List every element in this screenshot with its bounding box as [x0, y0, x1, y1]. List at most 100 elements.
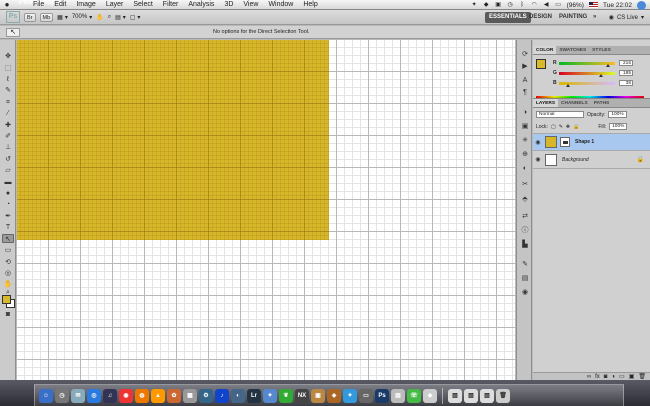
chrome-icon[interactable]: ◉: [119, 388, 133, 403]
view-extras-dropdown[interactable]: ▦ ▾: [57, 13, 68, 22]
info-panel-icon[interactable]: ⓘ: [520, 226, 530, 235]
layer-row-shape-1[interactable]: ◉ Shape 1: [533, 133, 650, 151]
layer-style-icon[interactable]: fx: [595, 373, 600, 380]
history-panel-icon[interactable]: ⟳: [520, 50, 530, 59]
apple-menu-icon[interactable]: ●: [0, 0, 14, 9]
wifi-icon[interactable]: ◠: [531, 2, 538, 9]
volume-icon[interactable]: ◀: [543, 2, 550, 9]
tab-channels[interactable]: CHANNELS: [558, 99, 591, 107]
masks-panel-icon[interactable]: ▣: [520, 122, 530, 131]
workspace-design[interactable]: DESIGN: [525, 12, 556, 23]
move-tool-icon[interactable]: ✥: [2, 52, 14, 61]
menu-select[interactable]: Select: [128, 0, 157, 10]
evernote-icon[interactable]: ◆: [483, 2, 490, 9]
paragraph-panel-icon[interactable]: ¶: [520, 88, 530, 97]
vlc-icon[interactable]: ▲: [151, 388, 165, 403]
dashboard-icon[interactable]: ◷: [55, 388, 69, 403]
adjustments-panel-icon[interactable]: ◑: [520, 108, 530, 117]
green-value-field[interactable]: 185: [619, 70, 633, 76]
eraser-tool-icon[interactable]: ▱: [2, 166, 14, 175]
calculator-icon[interactable]: ▤: [391, 388, 405, 403]
layer-comps-panel-icon[interactable]: ⬘: [520, 195, 530, 204]
launch-mini-bridge-button[interactable]: Mb: [39, 12, 54, 22]
workspace-more[interactable]: »: [589, 12, 600, 23]
blend-mode-select[interactable]: Normal: [536, 111, 584, 118]
xcode-icon[interactable]: ✦: [263, 388, 277, 403]
red-value-field[interactable]: 216: [619, 60, 633, 66]
fill-field[interactable]: 100%: [609, 123, 628, 130]
visibility-eye-icon[interactable]: ◉: [533, 156, 543, 163]
dropbox-icon[interactable]: ▣: [495, 2, 502, 9]
cs-live-button[interactable]: ◉ CS Live ▾: [609, 12, 644, 23]
time-machine-icon[interactable]: ◷: [507, 2, 514, 9]
tool-preset-picker[interactable]: ↖: [6, 28, 20, 37]
hand-tool-button[interactable]: ✋: [96, 13, 103, 22]
brushes-panel-icon[interactable]: ✳: [520, 136, 530, 145]
red-slider[interactable]: [559, 61, 615, 67]
menu-layer[interactable]: Layer: [101, 0, 129, 10]
link-layers-icon[interactable]: ∞: [587, 373, 591, 380]
bluetooth-icon[interactable]: ᛒ: [519, 2, 526, 9]
document-canvas[interactable]: [17, 40, 515, 380]
trash-icon[interactable]: 🗑: [496, 388, 510, 403]
tab-styles[interactable]: STYLES: [589, 46, 614, 54]
menu-filter[interactable]: Filter: [158, 0, 184, 10]
downloads-stack-icon[interactable]: ▧: [464, 388, 478, 403]
notes-panel-icon[interactable]: ✎: [520, 260, 530, 269]
blue-slider[interactable]: [559, 81, 615, 87]
clone-source-panel-icon[interactable]: ⊕: [520, 150, 530, 159]
applications-stack-icon[interactable]: ▧: [480, 388, 494, 403]
menu-image[interactable]: Image: [71, 0, 100, 10]
mail-icon[interactable]: ✉: [71, 388, 85, 403]
monitor-app-icon[interactable]: ▭: [359, 388, 373, 403]
tab-color[interactable]: COLOR: [533, 46, 557, 54]
tab-layers[interactable]: LAYERS: [533, 99, 559, 107]
workspace-painting[interactable]: PAINTING: [555, 12, 591, 23]
finder-icon[interactable]: ☺: [39, 388, 53, 403]
dodge-tool-icon[interactable]: ◔: [2, 200, 14, 209]
blur-tool-icon[interactable]: ●: [2, 189, 14, 198]
3d-panel-icon[interactable]: ◐: [520, 164, 530, 173]
workspace-essentials[interactable]: ESSENTIALS: [485, 12, 531, 23]
3d-orbit-tool-icon[interactable]: ◎: [2, 269, 14, 278]
blue-slider-knob[interactable]: [566, 83, 570, 87]
navigator-panel-icon[interactable]: ⇄: [520, 212, 530, 221]
lightroom-icon[interactable]: Lr: [247, 388, 261, 403]
delete-layer-icon[interactable]: 🗑: [638, 373, 646, 380]
twitter-app-icon[interactable]: ✦: [343, 388, 357, 403]
menu-edit[interactable]: Edit: [49, 0, 71, 10]
type-tool-icon[interactable]: T: [2, 223, 14, 232]
gradient-tool-icon[interactable]: ▬: [2, 178, 14, 187]
documents-stack-icon[interactable]: ▧: [448, 388, 462, 403]
shape-1-rectangle[interactable]: [17, 40, 329, 240]
menu-file[interactable]: File: [28, 0, 49, 10]
opacity-field[interactable]: 100%: [608, 111, 627, 118]
activity-icon[interactable]: ◆: [423, 388, 437, 403]
zoom-tool-button[interactable]: ⌕: [108, 13, 111, 22]
line-app-icon[interactable]: ☏: [407, 388, 421, 403]
menu-view[interactable]: View: [238, 0, 263, 10]
eyedropper-tool-icon[interactable]: ⁄: [2, 109, 14, 118]
add-mask-icon[interactable]: ◙: [604, 373, 608, 380]
menu-window[interactable]: Window: [263, 0, 298, 10]
rectangle-tool-icon[interactable]: ▭: [2, 246, 14, 255]
itunes-icon[interactable]: ♫: [103, 388, 117, 403]
new-layer-icon[interactable]: ▣: [629, 373, 635, 380]
adjustment-layer-icon[interactable]: ◑: [611, 373, 615, 380]
direct-selection-tool-icon[interactable]: ↖: [2, 234, 14, 243]
menu-help[interactable]: Help: [298, 0, 322, 10]
healing-brush-tool-icon[interactable]: ✚: [2, 121, 14, 130]
layer-row-background[interactable]: ◉ Background 🔒: [533, 151, 650, 169]
archive-app-icon[interactable]: ◈: [327, 388, 341, 403]
clone-stamp-tool-icon[interactable]: ⊥: [2, 143, 14, 152]
firefox-icon[interactable]: ◍: [135, 388, 149, 403]
tool-presets-panel-icon[interactable]: ✂: [520, 180, 530, 189]
lock-all-icon[interactable]: 🔒: [573, 124, 579, 130]
green-slider-knob[interactable]: [599, 73, 603, 77]
twitter-icon[interactable]: ✦: [471, 2, 478, 9]
zoom-level-dropdown[interactable]: 700% ▾: [72, 13, 92, 22]
brush-tool-icon[interactable]: ✐: [2, 132, 14, 141]
package-app-icon[interactable]: ▣: [311, 388, 325, 403]
quick-mask-icon[interactable]: ◙: [2, 310, 14, 319]
photoshop-dock-icon[interactable]: Ps: [375, 388, 389, 403]
